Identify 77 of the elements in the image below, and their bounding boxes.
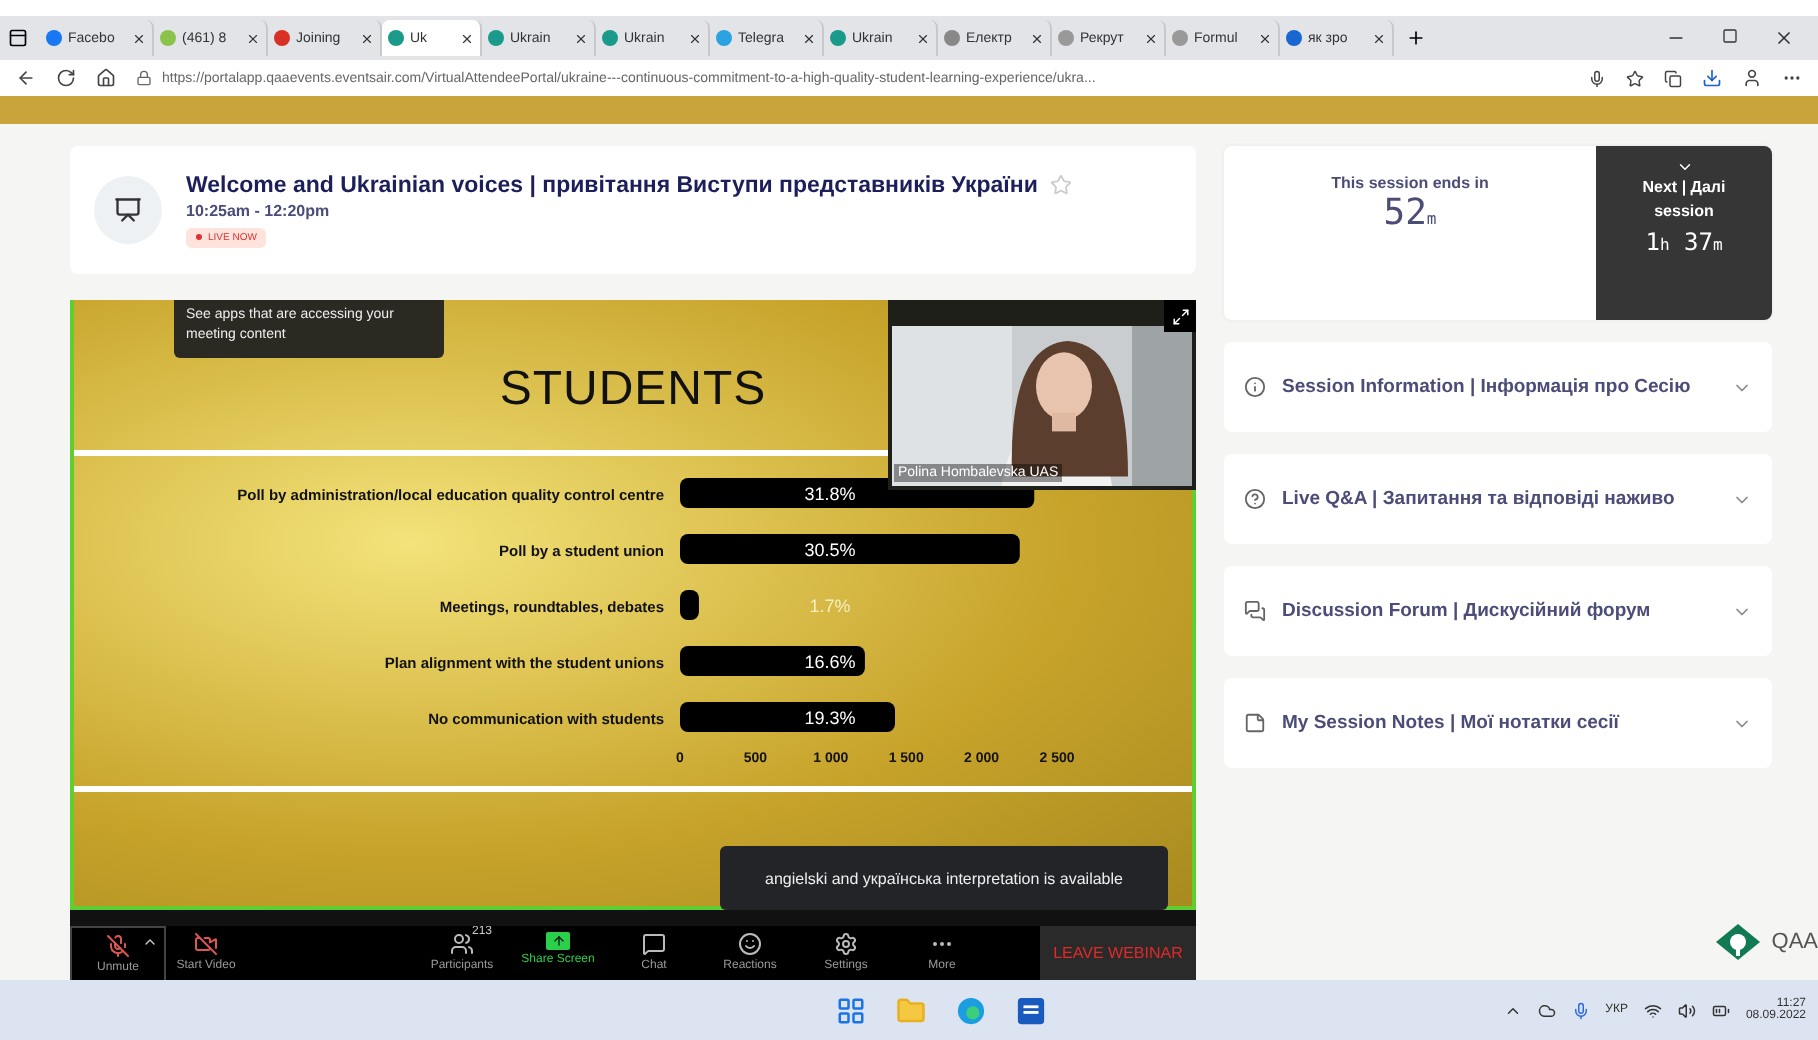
home-icon[interactable] <box>96 68 116 88</box>
share-screen-icon <box>546 932 570 950</box>
close-icon[interactable] <box>460 31 474 45</box>
video-off-icon <box>194 932 218 956</box>
info-icon <box>1244 376 1266 398</box>
refresh-icon[interactable] <box>56 68 76 88</box>
accordion-item[interactable]: Live Q&A | Запитання та відповіді наживо <box>1224 454 1772 544</box>
profile-icon[interactable] <box>1742 68 1762 88</box>
next-session-label: Next | Далі session <box>1640 176 1728 224</box>
muted-mic-icon <box>106 934 130 958</box>
restore-icon[interactable] <box>1722 28 1738 44</box>
accordion-item[interactable]: My Session Notes | Мої нотатки сесії <box>1224 678 1772 768</box>
value-label: 31.8% <box>804 484 856 504</box>
back-icon[interactable] <box>16 68 36 88</box>
value-label: 16.6% <box>804 652 856 672</box>
tooltip: angielski and українська interpretation is available <box>720 846 1168 910</box>
close-icon[interactable] <box>1144 31 1158 45</box>
timer-label: This session ends in <box>1331 174 1489 192</box>
new-tab-icon[interactable] <box>1406 28 1426 48</box>
collections-icon[interactable] <box>1664 69 1682 87</box>
close-icon[interactable] <box>688 31 702 45</box>
close-icon[interactable] <box>246 31 260 45</box>
next-session-panel[interactable]: Next | Далі session 1h 37m <box>1596 146 1772 320</box>
battery-icon[interactable] <box>1711 1001 1730 1019</box>
settings-icon <box>834 932 858 956</box>
logo-text: QAA <box>1771 930 1818 954</box>
chat-icon <box>1244 600 1266 622</box>
close-icon[interactable] <box>1030 31 1044 45</box>
site-icon <box>388 30 404 46</box>
wifi-icon[interactable] <box>1643 1001 1662 1019</box>
chevron-icon <box>1675 158 1693 176</box>
session-title: Welcome and Ukrainian voices | привітання Виступи представників України <box>186 173 1038 197</box>
close-icon[interactable] <box>1372 31 1386 45</box>
people-icon <box>450 932 474 956</box>
site-icon <box>1058 30 1074 46</box>
favorite-icon[interactable] <box>1626 69 1644 87</box>
accordion-item[interactable]: Session Information | Інформація про Сесію <box>1224 342 1772 432</box>
mic-icon[interactable] <box>1588 69 1606 87</box>
lock-icon <box>136 70 152 86</box>
fullscreen-icon[interactable] <box>1164 300 1196 332</box>
site-icon <box>160 30 176 46</box>
site-icon <box>488 30 504 46</box>
logo-icon <box>1715 924 1760 960</box>
cloud-icon[interactable] <box>1537 1001 1556 1019</box>
site-icon <box>46 30 62 46</box>
close-icon[interactable] <box>360 31 374 45</box>
close-icon[interactable] <box>574 31 588 45</box>
site-icon <box>274 30 290 46</box>
site-icon <box>830 30 846 46</box>
bar <box>680 590 699 620</box>
site-icon <box>716 30 732 46</box>
close-icon[interactable] <box>1774 28 1794 48</box>
value-label: 30.5% <box>804 540 856 560</box>
time-remaining: 52m <box>1383 192 1437 234</box>
session-time: 10:25am - 12:20pm <box>186 201 332 219</box>
site-icon <box>1172 30 1188 46</box>
question-icon <box>1244 488 1266 510</box>
volume-icon[interactable] <box>1677 1001 1696 1019</box>
site-icon <box>602 30 618 46</box>
site-icon <box>944 30 960 46</box>
accordion-item[interactable]: Discussion Forum | Дискусійний форум <box>1224 566 1772 656</box>
chat-icon <box>642 932 666 956</box>
presentation-icon <box>94 176 162 244</box>
close-icon[interactable] <box>1258 31 1272 45</box>
value-label: 19.3% <box>804 708 856 728</box>
value-label: 1.7% <box>809 596 851 616</box>
smile-icon <box>738 932 762 956</box>
close-icon[interactable] <box>802 31 816 45</box>
close-icon[interactable] <box>916 31 930 45</box>
download-icon[interactable] <box>1702 68 1722 88</box>
close-icon[interactable] <box>132 31 146 45</box>
caret-icon[interactable] <box>142 934 158 950</box>
next-session-time: 1h 37m <box>1645 228 1723 256</box>
slide-title: STUDENTS <box>499 361 767 417</box>
tab-actions-icon[interactable] <box>8 28 28 48</box>
site-icon <box>1286 30 1302 46</box>
note-icon <box>1244 712 1266 734</box>
